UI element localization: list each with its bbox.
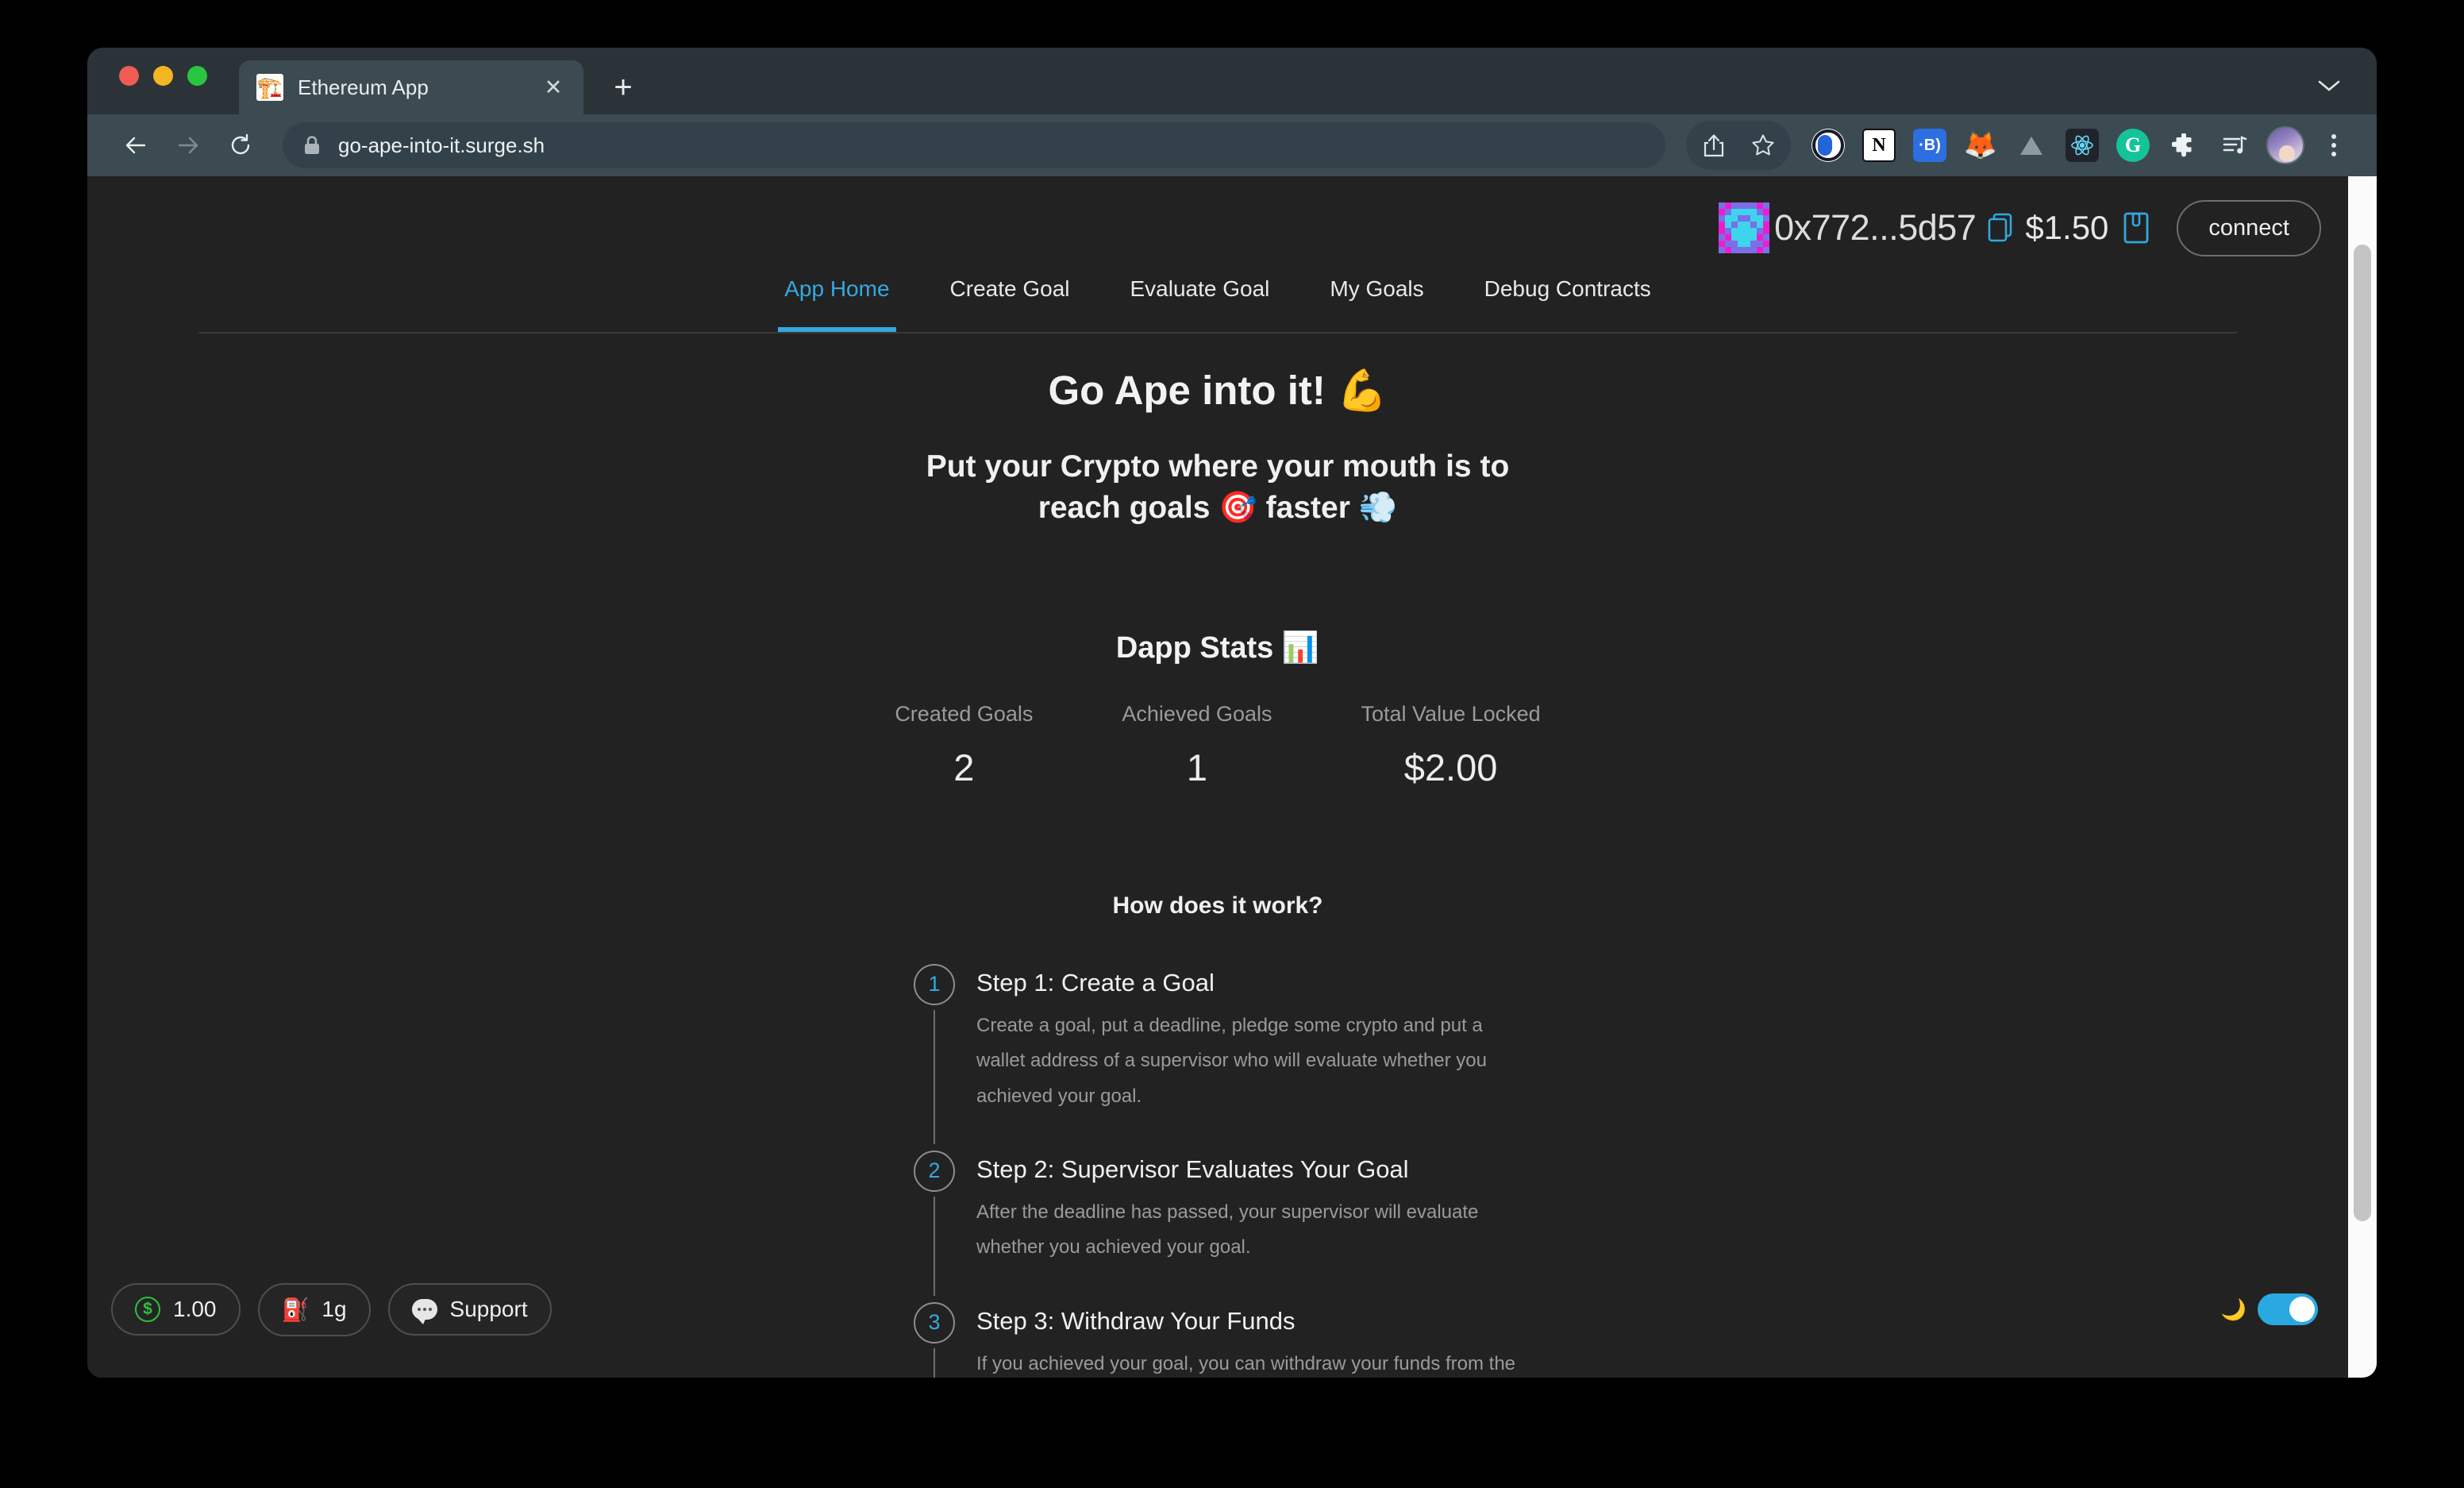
- step-item: 2 Step 2: Supervisor Evaluates Your Goal…: [910, 1150, 1535, 1302]
- page-title: Go Ape into it! 💪: [1048, 368, 1388, 413]
- share-icon[interactable]: [1689, 121, 1738, 170]
- step-number-badge: 1: [914, 963, 955, 1005]
- step-item: 3 Step 3: Withdraw Your Funds If you ach…: [910, 1301, 1535, 1378]
- stat-total-value-locked: Total Value Locked $2.00: [1361, 702, 1541, 789]
- stat-value: 2: [953, 746, 975, 788]
- step-body: Step 1: Create a Goal Create a goal, put…: [959, 964, 1524, 1144]
- dark-mode-group: 🌙: [2221, 1293, 2318, 1325]
- stats-row: Created Goals 2 Achieved Goals 1 Total V…: [87, 702, 2348, 789]
- browser-tab[interactable]: 🏗️ Ethereum App ✕: [239, 60, 583, 114]
- step-body: Step 2: Supervisor Evaluates Your Goal A…: [959, 1151, 1524, 1296]
- step-number-badge: 2: [914, 1150, 955, 1192]
- how-it-works-heading: How does it work?: [1112, 892, 1323, 919]
- maximize-window-button[interactable]: [187, 65, 207, 86]
- nav-item-evaluate-goal[interactable]: Evaluate Goal: [1100, 267, 1300, 319]
- 1password-icon[interactable]: [1804, 121, 1853, 170]
- page-scrollbar[interactable]: [2348, 176, 2377, 1378]
- step-connector-line: [934, 1347, 935, 1378]
- step-item: 1 Step 1: Create a Goal Create a goal, p…: [910, 963, 1535, 1151]
- vercel-icon[interactable]: [2007, 121, 2056, 170]
- stat-label: Created Goals: [895, 701, 1034, 726]
- tab-title: Ethereum App: [298, 75, 429, 99]
- minimize-window-button[interactable]: [153, 65, 173, 86]
- account-balance: $1.50: [2025, 209, 2109, 246]
- bookmark-star-icon[interactable]: [1738, 121, 1788, 170]
- dark-mode-toggle[interactable]: [2258, 1293, 2318, 1325]
- copy-icon[interactable]: [1976, 213, 2025, 243]
- chevron-down-icon[interactable]: [2305, 62, 2353, 110]
- account-cluster: 0x772...5d57 $1.50 connect: [1719, 199, 2321, 256]
- omnibox-actions-group: [1686, 121, 1791, 170]
- step-body: Step 3: Withdraw Your Funds If you achie…: [959, 1302, 1524, 1378]
- scrollbar-thumb[interactable]: [2354, 245, 2371, 1221]
- lock-icon: [303, 135, 321, 156]
- stats-heading: Dapp Stats 📊: [1115, 630, 1320, 665]
- reading-list-icon[interactable]: [2210, 121, 2259, 170]
- address-bar-url: go-ape-into-it.surge.sh: [338, 133, 545, 157]
- step-description: If you achieved your goal, you can withd…: [976, 1352, 1516, 1374]
- account-address[interactable]: 0x772...5d57: [1774, 207, 1977, 249]
- web-page: 0x772...5d57 $1.50 connect App Home Crea…: [87, 176, 2348, 1378]
- stat-achieved-goals: Achieved Goals 1: [1122, 702, 1272, 789]
- address-bar[interactable]: go-ape-into-it.surge.sh: [283, 122, 1665, 168]
- step-title: Step 1: Create a Goal: [976, 968, 1215, 996]
- stat-value: 1: [1186, 746, 1208, 788]
- tab-favicon-icon: 🏗️: [256, 74, 283, 101]
- stat-value: $2.00: [1403, 746, 1498, 788]
- page-subtitle: Put your Crypto where your mouth is to r…: [926, 449, 1510, 525]
- steps-list: 1 Step 1: Create a Goal Create a goal, p…: [900, 963, 1535, 1378]
- browser-window: 🏗️ Ethereum App ✕ + go-ape-into-it.surge…: [87, 48, 2377, 1378]
- stat-label: Achieved Goals: [1122, 701, 1272, 726]
- grammarly-icon[interactable]: G: [2108, 121, 2158, 170]
- connect-button[interactable]: connect: [2177, 199, 2321, 256]
- step-marker: 2: [910, 1150, 959, 1296]
- moon-icon: 🌙: [2220, 1297, 2246, 1321]
- metamask-icon[interactable]: 🦊: [1956, 121, 2005, 170]
- new-tab-button[interactable]: +: [601, 65, 645, 110]
- page-content: Go Ape into it! 💪 Put your Crypto where …: [87, 333, 2348, 1378]
- close-tab-icon[interactable]: ✕: [539, 73, 568, 102]
- stat-label: Total Value Locked: [1361, 701, 1541, 726]
- nav-item-app-home[interactable]: App Home: [754, 267, 919, 332]
- extensions-puzzle-icon[interactable]: [2159, 121, 2208, 170]
- dapp-header: 0x772...5d57 $1.50 connect: [87, 176, 2348, 259]
- nav-item-debug-contracts[interactable]: Debug Contracts: [1454, 267, 1681, 319]
- step-description: After the deadline has passed, your supe…: [976, 1201, 1479, 1259]
- account-blockie-avatar: [1719, 202, 1770, 253]
- stat-created-goals: Created Goals 2: [895, 702, 1033, 789]
- page-viewport: 0x772...5d57 $1.50 connect App Home Crea…: [87, 176, 2377, 1378]
- react-devtools-icon[interactable]: [2058, 121, 2107, 170]
- bitwarden-icon[interactable]: ·B): [1905, 121, 1954, 170]
- close-window-button[interactable]: [119, 65, 139, 86]
- back-icon[interactable]: [111, 121, 160, 170]
- nav-item-my-goals[interactable]: My Goals: [1299, 267, 1453, 319]
- toolbar-actions: N ·B) 🦊 G: [1686, 121, 2356, 170]
- wallet-qr-icon[interactable]: [2123, 211, 2177, 245]
- step-title: Step 2: Supervisor Evaluates Your Goal: [976, 1155, 1409, 1183]
- notion-icon[interactable]: N: [1854, 121, 1904, 170]
- reload-icon[interactable]: [216, 121, 265, 170]
- step-marker: 1: [910, 963, 959, 1144]
- chrome-menu-icon[interactable]: [2312, 121, 2356, 170]
- profile-avatar[interactable]: [2261, 121, 2310, 170]
- step-number-badge: 3: [914, 1301, 955, 1343]
- step-connector-line: [934, 1009, 935, 1144]
- window-controls: [119, 48, 207, 114]
- step-connector-line: [934, 1196, 935, 1296]
- main-navigation: App Home Create Goal Evaluate Goal My Go…: [87, 259, 2348, 332]
- step-description: Create a goal, put a deadline, pledge so…: [976, 1014, 1487, 1107]
- tab-strip: 🏗️ Ethereum App ✕ +: [87, 48, 2377, 114]
- browser-toolbar: go-ape-into-it.surge.sh N ·B) 🦊 G: [87, 114, 2377, 176]
- dark-mode-toggle-knob: [2289, 1297, 2315, 1322]
- step-title: Step 3: Withdraw Your Funds: [976, 1306, 1296, 1335]
- forward-icon[interactable]: [164, 121, 213, 170]
- step-marker: 3: [910, 1301, 959, 1378]
- nav-item-create-goal[interactable]: Create Goal: [920, 267, 1100, 319]
